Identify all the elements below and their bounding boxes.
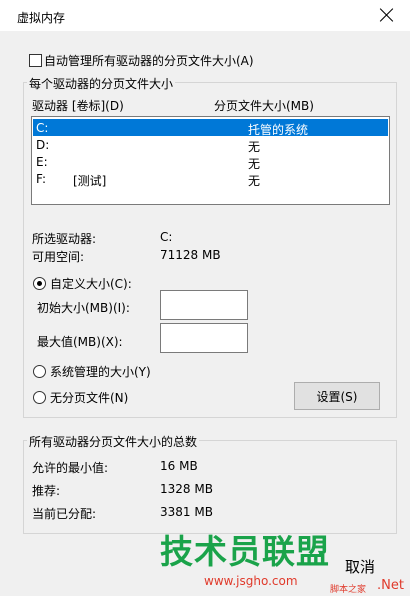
watermark-url: www.jsgho.com: [204, 574, 298, 588]
drive-letter: C:: [36, 121, 49, 135]
column-header-drive: 驱动器 [卷标](D): [32, 99, 124, 113]
watermark-site: 脚本之家: [330, 585, 367, 595]
custom-size-label[interactable]: 自定义大小(C):: [50, 275, 132, 292]
no-paging-label[interactable]: 无分页文件(N): [50, 389, 128, 406]
close-icon[interactable]: [376, 4, 398, 26]
drive-row-f[interactable]: F: [测试] 无: [33, 170, 388, 188]
cancel-button-fragment[interactable]: 取消: [345, 556, 375, 577]
drive-letter: E:: [36, 155, 48, 169]
watermark-net: .Net: [377, 578, 404, 593]
drive-size: 无: [248, 174, 261, 188]
window-title: 虚拟内存: [17, 11, 66, 25]
drive-row-d[interactable]: D: 无: [33, 136, 388, 154]
title-bar: 虚拟内存: [0, 0, 410, 31]
min-allowed-label: 允许的最小值:: [32, 461, 109, 475]
total-group-title: 所有驱动器分页文件大小的总数: [27, 433, 200, 450]
drive-letter: F:: [36, 172, 47, 186]
drive-letter: D:: [36, 138, 50, 152]
column-header-size: 分页文件大小(MB): [214, 99, 314, 113]
system-managed-radio[interactable]: [33, 365, 46, 378]
custom-size-radio[interactable]: [33, 277, 46, 290]
drive-list[interactable]: C: 托管的系统 D: 无 E: 无 F: [测试] 无: [31, 116, 390, 205]
drive-label: [测试]: [73, 174, 107, 188]
auto-manage-checkbox[interactable]: [29, 54, 42, 67]
recommended-label: 推荐:: [32, 484, 61, 498]
system-managed-label[interactable]: 系统管理的大小(Y): [50, 363, 151, 380]
watermark-main: 技术员联盟: [160, 532, 330, 571]
max-size-input[interactable]: [160, 323, 248, 353]
set-button-label: 设置(S): [316, 390, 358, 404]
free-space-value: 71128 MB: [160, 248, 221, 262]
initial-size-input[interactable]: [160, 290, 248, 320]
paging-file-group-title: 每个驱动器的分页文件大小: [27, 75, 176, 92]
free-space-label: 可用空间:: [32, 250, 85, 264]
auto-manage-label[interactable]: 自动管理所有驱动器的分页文件大小(A): [44, 52, 254, 69]
allocated-value: 3381 MB: [160, 505, 213, 519]
min-allowed-value: 16 MB: [160, 459, 198, 473]
set-button[interactable]: 设置(S): [294, 382, 380, 410]
no-paging-radio[interactable]: [33, 391, 46, 404]
selected-drive-label: 所选驱动器:: [32, 232, 97, 246]
selected-drive-value: C:: [160, 230, 173, 244]
max-size-label: 最大值(MB)(X):: [37, 335, 123, 349]
allocated-label: 当前已分配:: [32, 507, 97, 521]
drive-row-c[interactable]: C: 托管的系统: [33, 119, 388, 137]
recommended-value: 1328 MB: [160, 482, 213, 496]
initial-size-label: 初始大小(MB)(I):: [37, 301, 130, 315]
drive-row-e[interactable]: E: 无: [33, 153, 388, 171]
